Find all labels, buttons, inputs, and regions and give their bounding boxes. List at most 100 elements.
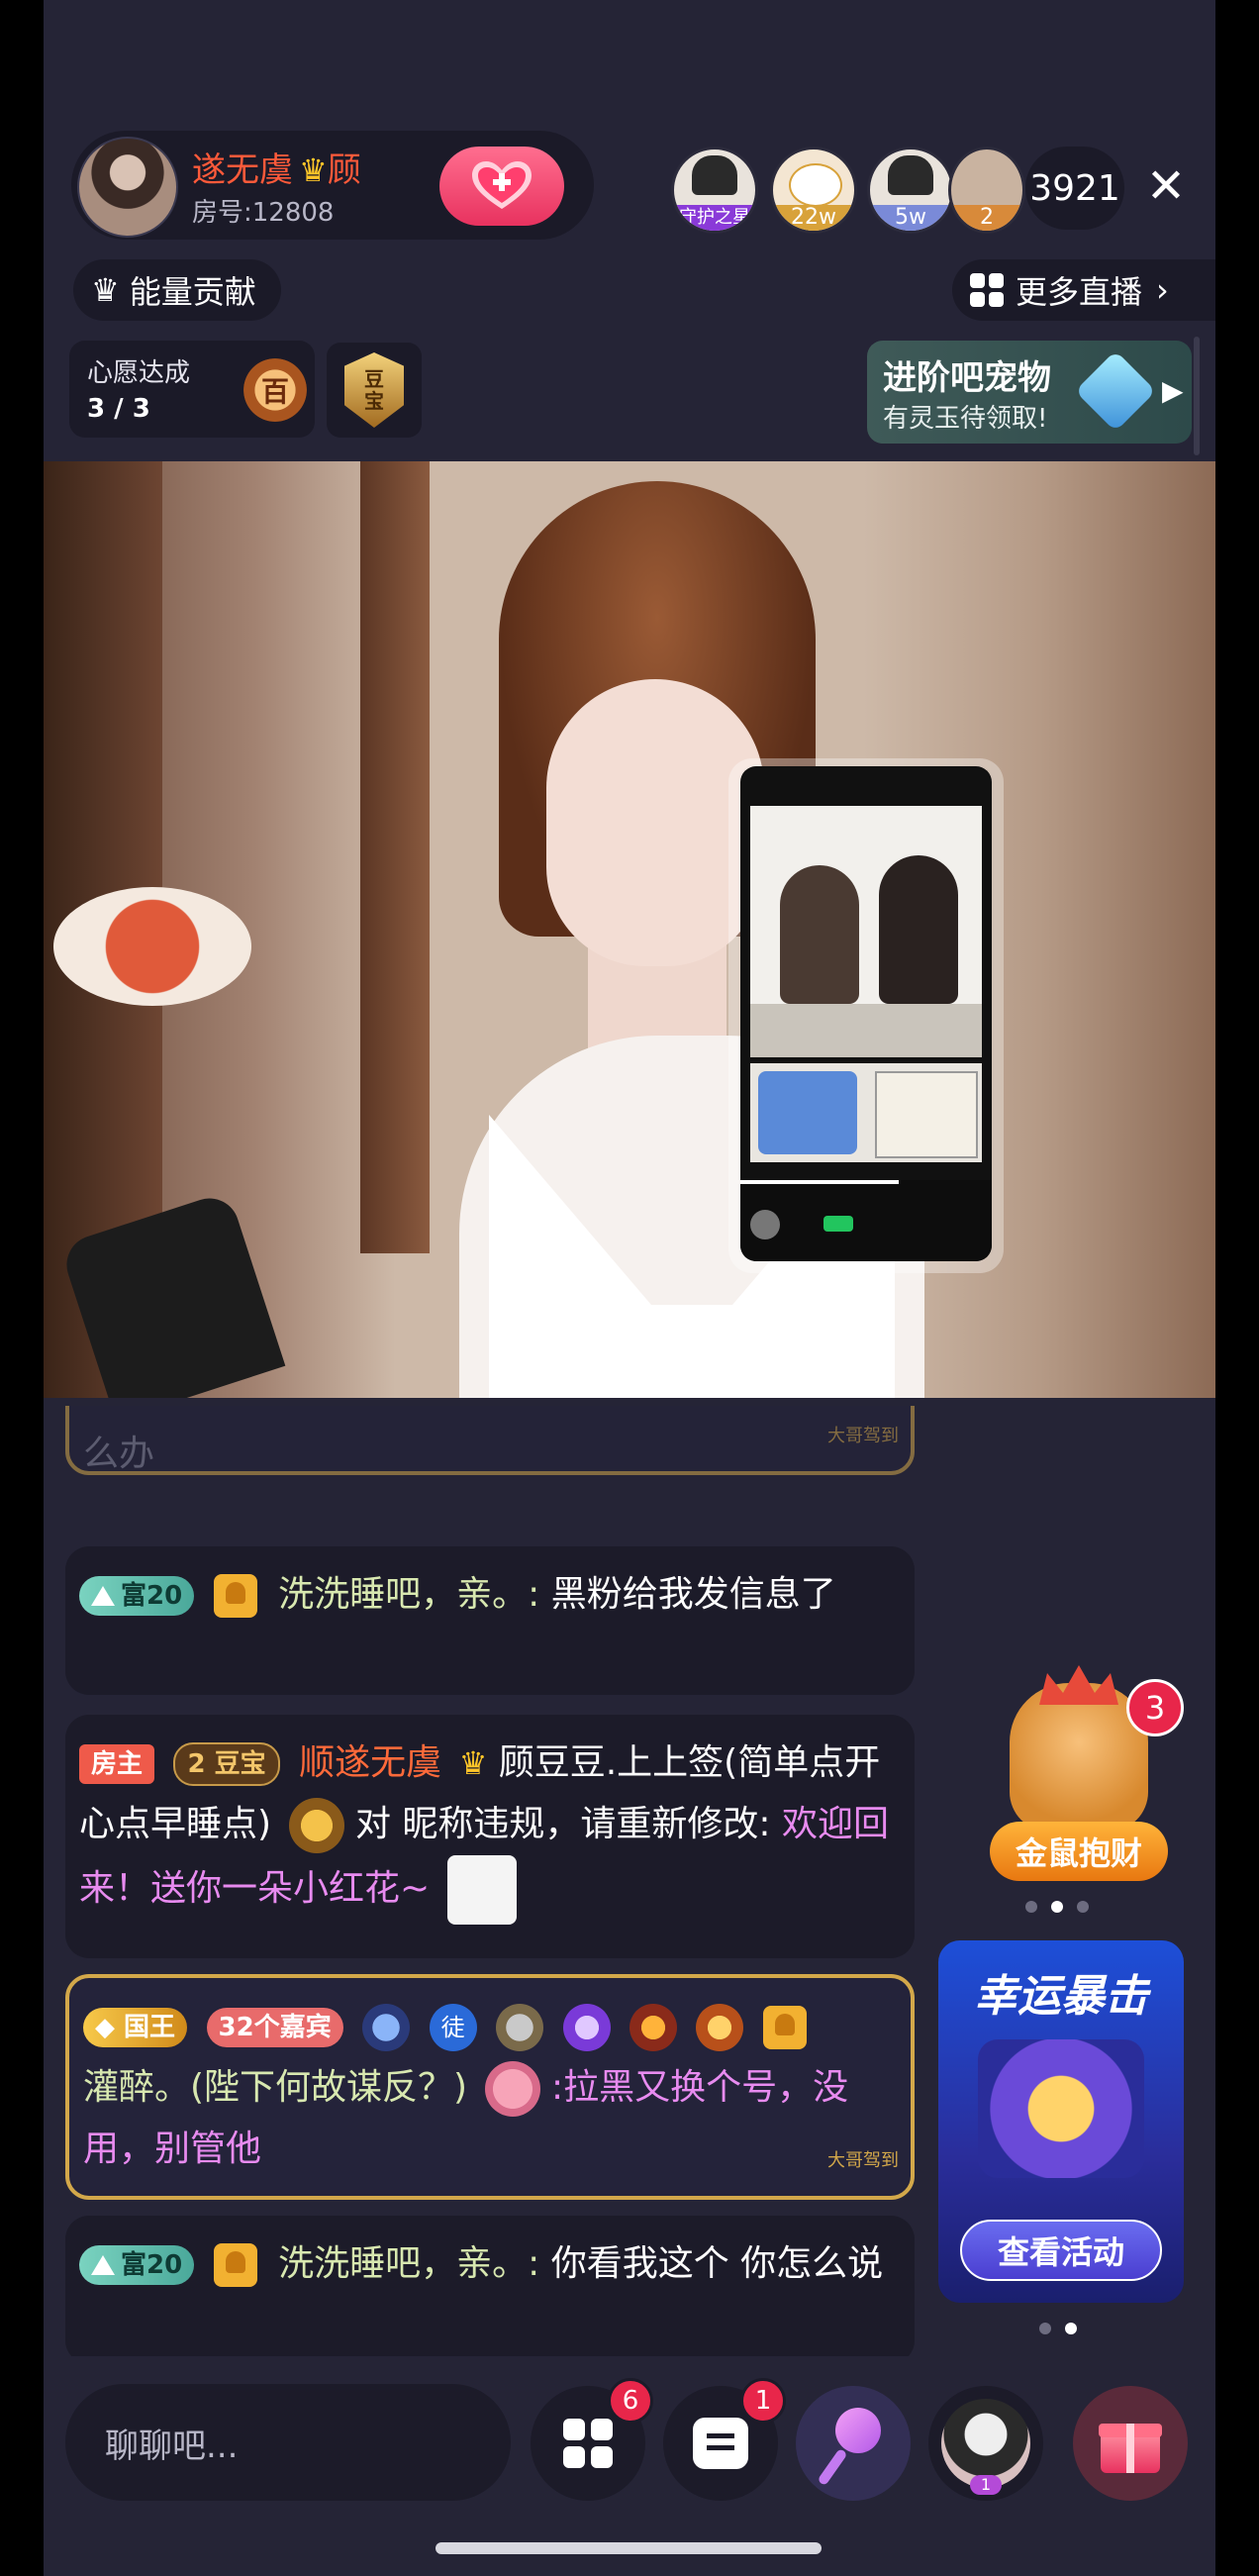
mic-button[interactable] [796, 2386, 911, 2501]
chevron-right-icon: › [1156, 271, 1169, 309]
view-event-button[interactable]: 查看活动 [960, 2220, 1162, 2281]
live-room-screen: 遂无虞 ♛顾 房号:12808 守护之星 22w 5w 2 3921 ✕ ♛ 能量… [44, 0, 1215, 2576]
watermark-label: 大哥驾到 [827, 1426, 899, 1446]
chat-nickname[interactable]: 洗洗睡吧，亲。 [278, 2243, 528, 2284]
gem-icon [1074, 349, 1157, 433]
apprentice-badge-icon: 徒 [429, 2004, 477, 2051]
user-icon [213, 1574, 257, 1618]
treasure-chest-icon [978, 2039, 1144, 2178]
chat-message-list[interactable]: 么办 大哥驾到 富20 洗洗睡吧，亲。: 黑粉给我发信息了 房主 2 豆宝 顺遂… [65, 1406, 926, 2356]
wealth-level-badge: 富20 [79, 1576, 195, 1616]
rank-badge: ◆ 国王 [83, 2008, 188, 2047]
medal-icon [496, 2004, 544, 2051]
device-edge-right [1215, 0, 1259, 2576]
home-indicator[interactable] [436, 2542, 822, 2554]
chat-text: 黑粉给我发信息了 [550, 1574, 836, 1615]
pip-comic-panel [750, 806, 982, 1057]
wish-medal-icon: 百 [243, 358, 307, 422]
face-sticker-icon [446, 1855, 517, 1925]
pet-upgrade-banner[interactable]: 进阶吧宠物 有灵玉待领取! ▶ [867, 341, 1192, 444]
chat-target: 昵称违规，请重新修改: [402, 1804, 771, 1844]
wish-title: 心愿达成 [87, 358, 191, 388]
notification-badge: 3 [1126, 1679, 1184, 1736]
fan-club-level-badge: 2 豆宝 [173, 1742, 280, 1786]
message-icon [693, 2418, 748, 2469]
device-edge-left [0, 0, 44, 2576]
host-info-pill[interactable]: 遂无虞 ♛顾 房号:12808 [71, 131, 594, 240]
viewer-avatar-3[interactable]: 5w [867, 147, 954, 234]
chat-nickname[interactable]: 洗洗睡吧，亲。 [278, 1574, 528, 1615]
apps-button[interactable]: 6 [531, 2378, 653, 2501]
viewer-tag: 守护之星 [674, 205, 755, 231]
viewer-avatar-2[interactable]: 22w [770, 147, 857, 234]
user-icon [213, 2243, 257, 2287]
messages-button[interactable]: 1 [663, 2378, 786, 2501]
pip-comic-panel [750, 1063, 982, 1162]
pet-banner-subtitle: 有灵玉待领取! [883, 404, 1048, 434]
energy-contribution-button[interactable]: ♛ 能量贡献 [73, 259, 281, 321]
energy-label: 能量贡献 [129, 273, 256, 311]
grid-icon [970, 273, 1004, 307]
gift-button[interactable] [1073, 2386, 1188, 2501]
grid-icon [563, 2419, 613, 2468]
pip-player-bar [740, 1180, 992, 1261]
crown-icon: ♛ [299, 151, 328, 189]
crown-icon: ♛ [458, 1744, 488, 1782]
watermark-label: 大哥驾到 [827, 2150, 899, 2171]
level-badge: 1 [970, 2475, 1002, 2495]
chat-text: 你看我这个 你怎么说 [550, 2243, 884, 2284]
chat-input[interactable]: 聊聊吧... [65, 2384, 511, 2501]
carousel-dots [1039, 2323, 1077, 2334]
messages-count-badge: 1 [740, 2378, 786, 2424]
event-title: 幸运暴击 [974, 1971, 1148, 2022]
picture-in-picture-window[interactable] [728, 758, 1004, 1273]
viewer-count[interactable]: 3921 [1025, 147, 1124, 230]
host-avatar[interactable] [77, 137, 178, 238]
lion-sticker-icon [288, 1798, 344, 1853]
more-live-button[interactable]: 更多直播 › [952, 259, 1215, 321]
room-number: 房号:12808 [192, 198, 335, 228]
chat-message-vip[interactable]: ◆ 国王 32个嘉宾 徒 灌醉。(陛下何故谋反？) :拉黑又换个号，没用，别管他… [65, 1974, 915, 2200]
my-avatar-button[interactable]: 1 [928, 2386, 1043, 2501]
wish-progress-card[interactable]: 心愿达成 3 / 3 百 [69, 341, 315, 438]
close-icon[interactable]: ✕ [1140, 160, 1192, 212]
live-video-stream[interactable] [44, 461, 1215, 1398]
viewer-avatar-1[interactable]: 守护之星 [671, 147, 758, 234]
host-name: 遂无虞 ♛顾 [192, 150, 361, 190]
apps-count-badge: 6 [608, 2378, 653, 2424]
pig-sticker-icon [484, 2061, 540, 2117]
viewer-tag: 22w [773, 205, 854, 231]
background-flowers [53, 887, 251, 1006]
chat-message-partial: 么办 大哥驾到 [65, 1406, 915, 1475]
viewer-tag: 2 [951, 205, 1022, 231]
host-badge: 房主 [79, 1744, 155, 1784]
lucky-strike-event-card[interactable]: 幸运暴击 查看活动 [938, 1940, 1184, 2303]
follow-button[interactable] [439, 147, 564, 226]
more-live-label: 更多直播 [1016, 273, 1143, 311]
banner-scroll-indicator [1194, 337, 1200, 455]
activity-label: 金鼠抱财 [990, 1822, 1168, 1881]
wish-count: 3 / 3 [87, 394, 150, 424]
crown-icon [1039, 1665, 1118, 1705]
pet-banner-title: 进阶吧宠物 [883, 358, 1051, 398]
viewer-tag: 5w [870, 205, 951, 231]
crown-icon: ♛ [91, 271, 120, 309]
carousel-dots [1025, 1901, 1089, 1913]
medal-icon [562, 2004, 611, 2051]
chat-message[interactable]: 房主 2 豆宝 顺遂无虞 ♛ 顾豆豆.上上签(简单点开心点早睡点) 对 昵称违规… [65, 1715, 915, 1958]
viewer-avatar-4[interactable]: 2 [948, 147, 1025, 234]
user-icon [762, 2006, 807, 2049]
chat-message[interactable]: 富20 洗洗睡吧，亲。: 黑粉给我发信息了 [65, 1546, 915, 1695]
shield-icon: 豆宝 [344, 352, 404, 428]
chat-message[interactable]: 富20 洗洗睡吧，亲。: 你看我这个 你怎么说 [65, 2216, 915, 2356]
chat-nickname[interactable]: 灌醉。(陛下何故谋反？) [83, 2067, 467, 2108]
chat-text: 对 [354, 1804, 391, 1844]
chat-nickname[interactable]: 顺遂无虞 [299, 1742, 441, 1783]
microphone-icon [817, 2408, 881, 2487]
heart-plus-icon [470, 159, 533, 213]
gift-icon [1099, 2414, 1162, 2473]
medal-icon [629, 2004, 677, 2051]
fan-club-badge[interactable]: 豆宝 [327, 343, 422, 438]
play-arrow-icon: ▶ [1162, 374, 1184, 407]
wealth-level-badge: 富20 [79, 2245, 195, 2285]
